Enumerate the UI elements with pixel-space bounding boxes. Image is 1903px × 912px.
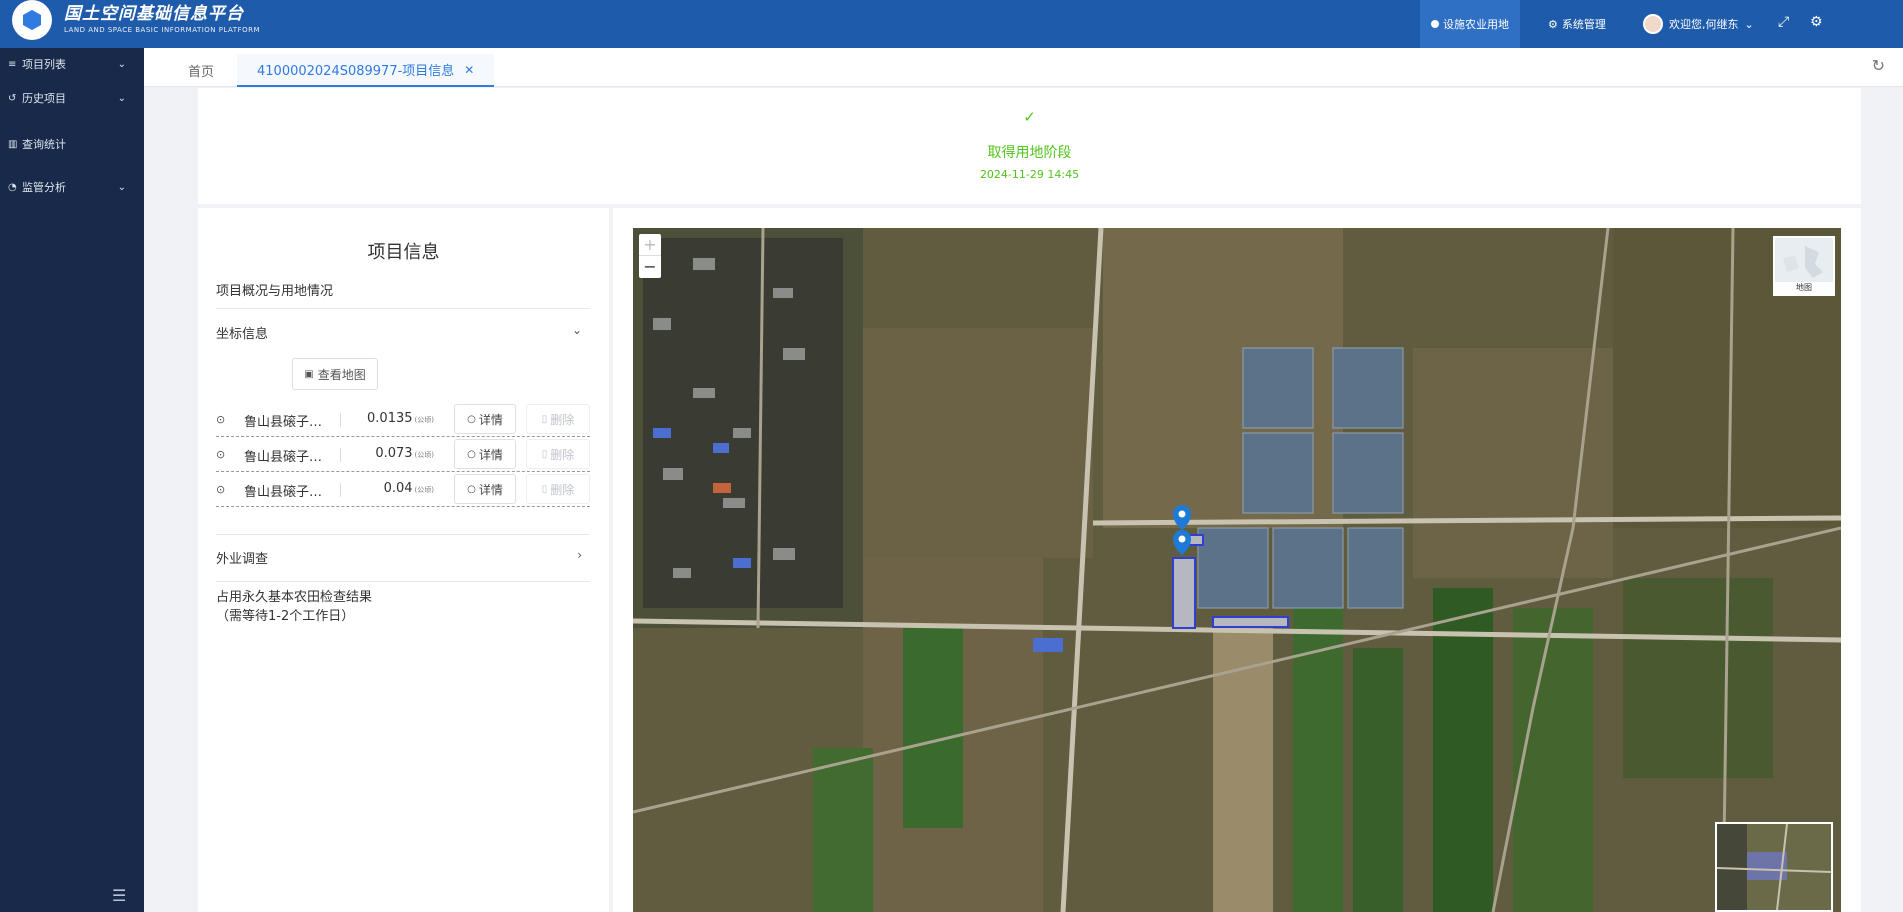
coord-name: 鲁山县磙子营乡 bbox=[244, 485, 334, 500]
sidebar-item-supervision[interactable]: ◔ 监管分析 ⌄ bbox=[8, 177, 136, 197]
coord-row: ⊙ 鲁山县磙子营乡 0.073 (公顷) ○ 详情 ▯ 删除 bbox=[216, 438, 590, 472]
panel-title: 项目信息 bbox=[367, 242, 440, 263]
pie-chart-icon: ◔ bbox=[8, 181, 17, 193]
coord-row: ⊙ 鲁山县磙子营乡 0.04 (公顷) ○ 详情 ▯ 删除 bbox=[216, 473, 590, 507]
coord-area: 0.04 (公顷) bbox=[383, 481, 434, 496]
sidebar-item-statistics[interactable]: ▥ 查询统计 bbox=[8, 134, 136, 154]
map-thumbnail-icon bbox=[1775, 238, 1833, 282]
zoom-out-button[interactable]: − bbox=[639, 256, 661, 278]
sidebar-item-label: 历史项目 bbox=[22, 92, 66, 105]
chevron-down-icon: ⌄ bbox=[571, 323, 582, 337]
tab-home[interactable]: 首页 bbox=[188, 54, 214, 87]
section-overview[interactable]: 项目概况与用地情况 bbox=[216, 280, 590, 309]
user-greeting: 欢迎您,何继东 bbox=[1669, 18, 1739, 31]
chevron-down-icon: ⌄ bbox=[117, 92, 126, 104]
platform-title: 国土空间基础信息平台 bbox=[64, 4, 244, 24]
fullscreen-icon[interactable]: ⤢ bbox=[1778, 14, 1789, 30]
sidebar: ≡ 项目列表 ⌄ ↺ 历史项目 ⌄ ▥ 查询统计 ◔ 监管分析 ⌄ ☰ bbox=[0, 48, 144, 912]
nav-dot-icon bbox=[1431, 20, 1439, 28]
detail-button[interactable]: ○ 详情 bbox=[454, 474, 516, 504]
nav-facility-label: 设施农业用地 bbox=[1443, 18, 1509, 31]
close-icon[interactable]: ✕ bbox=[464, 63, 474, 77]
map-panel: + − 地图 bbox=[613, 208, 1861, 912]
chevron-down-icon: ⌄ bbox=[1744, 17, 1754, 31]
section-coordinates[interactable]: 坐标信息 ⌄ bbox=[216, 323, 590, 343]
section-coordinates-label: 坐标信息 bbox=[216, 327, 269, 342]
avatar bbox=[1643, 14, 1663, 34]
detail-button[interactable]: ○ 详情 bbox=[454, 439, 516, 469]
gear-icon: ⚙ bbox=[1548, 17, 1558, 31]
trash-icon: ▯ bbox=[541, 413, 548, 425]
location-pin-icon: ⊙ bbox=[216, 448, 226, 461]
section-field-survey-label: 外业调查 bbox=[216, 552, 269, 567]
farmland-check-result: 占用永久基本农田检查结果 （需等待1-2个工作日） bbox=[216, 588, 372, 626]
overview-map[interactable] bbox=[1715, 822, 1833, 912]
chevron-down-icon: ⌄ bbox=[117, 181, 126, 193]
delete-button[interactable]: ▯ 删除 bbox=[526, 404, 590, 434]
detail-button[interactable]: ○ 详情 bbox=[454, 404, 516, 434]
chevron-right-icon: › bbox=[577, 548, 582, 562]
list-icon: ≡ bbox=[8, 58, 17, 70]
top-header: 国土空间基础信息平台 LAND AND SPACE BASIC INFORMAT… bbox=[0, 0, 1903, 48]
check-icon: ✓ bbox=[1023, 108, 1036, 126]
location-pin-icon: ⊙ bbox=[216, 413, 226, 426]
settings-icon[interactable]: ⚙ bbox=[1810, 14, 1823, 30]
platform-logo[interactable]: 国土空间基础信息平台 LAND AND SPACE BASIC INFORMAT… bbox=[12, 0, 260, 40]
section-field-survey[interactable]: 外业调查 › bbox=[216, 548, 590, 582]
stage-date: 2024-11-29 14:45 bbox=[979, 168, 1080, 181]
bar-chart-icon: ▥ bbox=[8, 138, 18, 150]
coord-name: 鲁山县磙子营乡 bbox=[244, 415, 334, 430]
tab-project-info[interactable]: 4100002024S089977-项目信息 ✕ bbox=[237, 54, 495, 87]
trash-icon: ▯ bbox=[541, 483, 548, 495]
overview-thumbnail bbox=[1717, 824, 1831, 910]
chevron-down-icon: ⌄ bbox=[117, 58, 126, 70]
view-map-label: 查看地图 bbox=[317, 367, 366, 382]
sidebar-item-history[interactable]: ↺ 历史项目 ⌄ bbox=[8, 88, 136, 108]
coord-name: 鲁山县磙子营乡 bbox=[244, 450, 334, 465]
project-info-panel: 项目信息 项目概况与用地情况 坐标信息 ⌄ ▣ 查看地图 ⊙ 鲁山县磙子营乡 0… bbox=[198, 208, 609, 912]
history-icon: ↺ bbox=[8, 92, 17, 104]
result-note: （需等待1-2个工作日） bbox=[216, 609, 355, 624]
image-icon: ▣ bbox=[304, 368, 314, 380]
nav-system-label: 系统管理 bbox=[1561, 18, 1606, 31]
sidebar-item-label: 项目列表 bbox=[22, 58, 66, 71]
refresh-icon[interactable]: ↻ bbox=[1872, 56, 1885, 75]
platform-subtitle: LAND AND SPACE BASIC INFORMATION PLATFOR… bbox=[64, 26, 261, 34]
coord-area: 0.0135 (公顷) bbox=[367, 411, 434, 426]
base-layer-label: 地图 bbox=[1775, 282, 1833, 294]
tab-bar: 首页 4100002024S089977-项目信息 ✕ ↻ bbox=[144, 48, 1903, 87]
delete-button[interactable]: ▯ 删除 bbox=[526, 474, 590, 504]
view-map-button[interactable]: ▣ 查看地图 bbox=[292, 358, 378, 390]
search-icon: ○ bbox=[467, 448, 476, 460]
nav-facility-agriculture[interactable]: 设施农业用地 bbox=[1420, 0, 1520, 48]
stage-title: 取得用地阶段 bbox=[987, 145, 1072, 161]
zoom-in-button[interactable]: + bbox=[639, 234, 661, 256]
cube-logo-icon bbox=[12, 0, 52, 40]
satellite-map[interactable]: + − 地图 bbox=[633, 228, 1841, 912]
coord-row: ⊙ 鲁山县磙子营乡 0.0135 (公顷) ○ 详情 ▯ 删除 bbox=[216, 403, 590, 437]
base-layer-switch[interactable]: 地图 bbox=[1773, 236, 1835, 296]
zoom-control: + − bbox=[639, 234, 661, 278]
nav-system-management[interactable]: ⚙ 系统管理 bbox=[1548, 0, 1606, 48]
delete-button[interactable]: ▯ 删除 bbox=[526, 439, 590, 469]
search-icon: ○ bbox=[467, 413, 476, 425]
sidebar-item-label: 查询统计 bbox=[22, 138, 66, 151]
tab-label: 4100002024S089977-项目信息 bbox=[257, 64, 455, 79]
result-title: 占用永久基本农田检查结果 bbox=[216, 590, 373, 605]
sidebar-item-project-list[interactable]: ≡ 项目列表 ⌄ bbox=[8, 54, 136, 74]
satellite-imagery bbox=[633, 228, 1841, 912]
collapse-menu-icon[interactable]: ☰ bbox=[112, 886, 126, 905]
sidebar-item-label: 监管分析 bbox=[22, 181, 66, 194]
trash-icon: ▯ bbox=[541, 448, 548, 460]
location-pin-icon: ⊙ bbox=[216, 483, 226, 496]
search-icon: ○ bbox=[467, 483, 476, 495]
coord-area: 0.073 (公顷) bbox=[375, 446, 434, 461]
stage-status-card: ✓ 取得用地阶段 2024-11-29 14:45 bbox=[198, 88, 1861, 204]
user-menu[interactable]: 欢迎您,何继东 ⌄ bbox=[1643, 0, 1754, 48]
